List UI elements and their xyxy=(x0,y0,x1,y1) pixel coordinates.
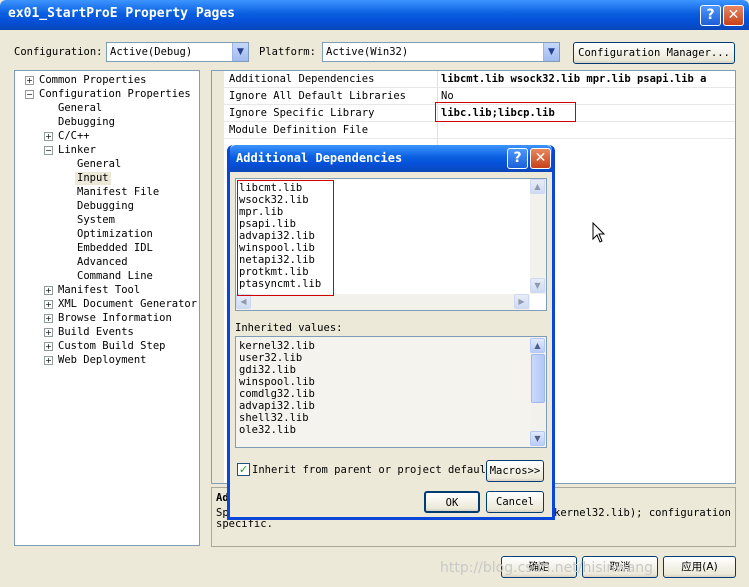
dialog-title: Additional Dependencies xyxy=(236,151,403,165)
expand-icon[interactable]: + xyxy=(44,342,53,351)
window-title: ex01_StartProE Property Pages xyxy=(8,6,235,21)
scroll-down-icon[interactable]: ▼ xyxy=(530,278,545,293)
tree-item[interactable]: Embedded IDL xyxy=(75,242,155,255)
help-button[interactable]: ? xyxy=(700,5,721,26)
scroll-up-icon[interactable]: ▲ xyxy=(530,338,545,353)
scroll-up-icon[interactable]: ▲ xyxy=(530,179,545,194)
property-name[interactable]: Ignore Specific Library xyxy=(229,107,374,119)
chevron-down-icon[interactable]: ▼ xyxy=(232,43,248,61)
configuration-label: Configuration: xyxy=(14,46,103,58)
dialog-close-button[interactable]: ✕ xyxy=(530,148,551,169)
property-name[interactable]: Additional Dependencies xyxy=(229,73,374,85)
tree-item[interactable]: Command Line xyxy=(75,270,155,283)
expand-icon[interactable]: + xyxy=(44,328,53,337)
highlight-box xyxy=(435,102,576,122)
scroll-down-icon[interactable]: ▼ xyxy=(530,431,545,446)
scroll-right-icon[interactable]: ▶ xyxy=(514,294,529,309)
property-tree[interactable]: + Common Properties − Configuration Propert… xyxy=(14,70,200,546)
inherited-value-line: winspool.lib xyxy=(239,376,315,388)
tree-item[interactable]: Optimization xyxy=(75,228,155,241)
inherited-value-line: comdlg32.lib xyxy=(239,388,315,400)
scroll-left-icon[interactable]: ◀ xyxy=(236,294,251,309)
dialog-ok-button[interactable]: OK xyxy=(424,491,480,513)
configuration-manager-button[interactable]: Configuration Manager... xyxy=(573,42,735,64)
dialog-title-bar: Additional Dependencies ? ✕ xyxy=(230,145,552,172)
macros-button[interactable]: Macros>> xyxy=(486,460,544,482)
property-name[interactable]: Module Definition File xyxy=(229,124,368,136)
inherited-values-label: Inherited values: xyxy=(235,322,343,334)
window-title-bar: ex01_StartProE Property Pages ? ✕ xyxy=(0,0,749,30)
property-name[interactable]: Ignore All Default Libraries xyxy=(229,90,406,102)
dependencies-highlight-box xyxy=(237,180,334,296)
inherited-value-line: shell32.lib xyxy=(239,412,309,424)
configuration-value: Active(Debug) xyxy=(110,46,193,58)
inherit-checkbox[interactable]: ✓ xyxy=(237,463,250,476)
apply-button[interactable]: 应用(A) xyxy=(663,556,736,578)
platform-label: Platform: xyxy=(259,46,316,58)
additional-dependencies-dialog: Additional Dependencies ? ✕ ▲ ▼ ◀ ▶ libc… xyxy=(227,145,555,520)
expand-icon[interactable]: + xyxy=(44,132,53,141)
tree-item[interactable]: Custom Build Step xyxy=(56,340,167,353)
mouse-cursor-icon xyxy=(592,222,606,243)
tree-item[interactable]: General xyxy=(56,102,104,115)
collapse-icon[interactable]: − xyxy=(44,146,53,155)
tree-item[interactable]: General xyxy=(75,158,123,171)
tree-item[interactable]: Configuration Properties xyxy=(37,88,193,101)
grid-margin xyxy=(212,71,224,483)
inherited-value-line: ole32.lib xyxy=(239,424,296,436)
inherited-value-line: user32.lib xyxy=(239,352,303,364)
grid-row-separator xyxy=(224,87,735,88)
expand-icon[interactable]: + xyxy=(25,76,34,85)
tree-item[interactable]: XML Document Generator xyxy=(56,298,199,311)
close-button[interactable]: ✕ xyxy=(723,5,744,26)
platform-combo[interactable]: Active(Win32) ▼ xyxy=(322,42,560,62)
tree-item[interactable]: Build Events xyxy=(56,326,136,339)
platform-value: Active(Win32) xyxy=(326,46,409,58)
tree-item[interactable]: Web Deployment xyxy=(56,354,149,367)
property-value[interactable]: libcmt.lib wsock32.lib mpr.lib psapi.lib… xyxy=(441,73,707,85)
tree-item[interactable]: Input xyxy=(75,172,111,185)
tree-item[interactable]: Advanced xyxy=(75,256,130,269)
tree-item[interactable]: System xyxy=(75,214,117,227)
inherited-vscroll[interactable]: ▲ ▼ xyxy=(530,337,546,447)
dependencies-vscroll[interactable]: ▲ ▼ xyxy=(530,179,546,294)
grid-row-separator xyxy=(224,138,735,139)
collapse-icon[interactable]: − xyxy=(25,90,34,99)
tree-item[interactable]: Browse Information xyxy=(56,312,174,325)
dependencies-hscroll[interactable]: ◀ ▶ xyxy=(236,294,530,310)
inherited-values-list[interactable]: ▲ ▼ kernel32.lib user32.lib gdi32.lib winsp… xyxy=(235,336,547,448)
property-value[interactable]: No xyxy=(441,90,454,102)
dialog-help-button[interactable]: ? xyxy=(507,148,528,169)
chevron-down-icon[interactable]: ▼ xyxy=(543,43,559,61)
tree-item[interactable]: Debugging xyxy=(75,200,136,213)
tree-item[interactable]: Manifest Tool xyxy=(56,284,142,297)
scroll-thumb[interactable] xyxy=(531,354,545,403)
tree-item[interactable]: Manifest File xyxy=(75,186,161,199)
inherited-value-line: kernel32.lib xyxy=(239,340,315,352)
tree-item[interactable]: C/C++ xyxy=(56,130,92,143)
expand-icon[interactable]: + xyxy=(44,314,53,323)
tree-item[interactable]: Debugging xyxy=(56,116,117,129)
description-line1-end: kernel32.lib); configuration xyxy=(554,507,732,519)
expand-icon[interactable]: + xyxy=(44,300,53,309)
expand-icon[interactable]: + xyxy=(44,286,53,295)
watermark: http://blog.csdn.net/hisinwang xyxy=(440,560,654,576)
inherit-checkbox-label[interactable]: Inherit from parent or project default xyxy=(252,464,492,476)
configuration-combo[interactable]: Active(Debug) ▼ xyxy=(106,42,249,62)
dialog-cancel-button[interactable]: Cancel xyxy=(486,491,544,513)
tree-item[interactable]: Common Properties xyxy=(37,74,148,87)
tree-item[interactable]: Linker xyxy=(56,144,98,157)
expand-icon[interactable]: + xyxy=(44,356,53,365)
inherited-value-line: advapi32.lib xyxy=(239,400,315,412)
inherited-value-line: gdi32.lib xyxy=(239,364,296,376)
